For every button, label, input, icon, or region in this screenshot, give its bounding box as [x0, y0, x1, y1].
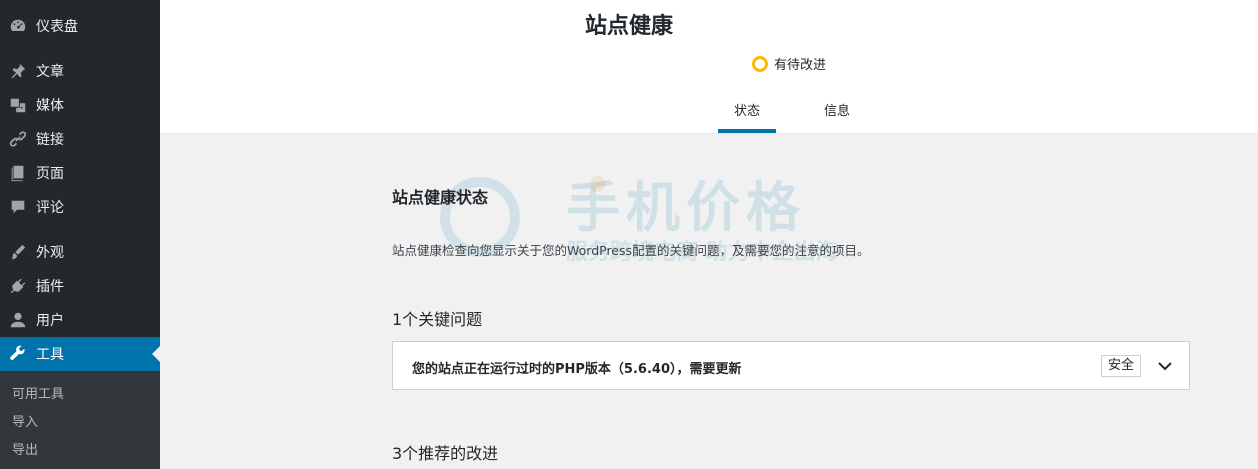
link-icon [0, 130, 36, 148]
user-icon [0, 311, 36, 329]
sidebar-item-label: 用户 [36, 313, 64, 329]
tools-submenu: 可用工具 导入 导出 [0, 371, 160, 469]
plugin-icon [0, 277, 36, 295]
sidebar-item-links[interactable]: 链接 [0, 122, 160, 156]
sidebar-item-label: 页面 [36, 166, 64, 182]
submenu-item-available-tools[interactable]: 可用工具 [12, 383, 64, 402]
active-tab-indicator [718, 129, 776, 133]
sidebar-item-label: 评论 [36, 200, 64, 216]
sidebar-item-users[interactable]: 用户 [0, 303, 160, 337]
issue-accordion[interactable]: 您的站点正在运行过时的PHP版本（5.6.40），需要更新 安全 [392, 341, 1190, 390]
status-label: 有待改进 [774, 58, 827, 73]
sidebar-item-label: 媒体 [36, 98, 64, 114]
issue-badge: 安全 [1101, 355, 1142, 377]
page-title: 站点健康 [584, 14, 673, 39]
health-status: 有待改进 [752, 54, 826, 73]
sidebar-item-comments[interactable]: 评论 [0, 190, 160, 224]
appearance-icon [0, 243, 36, 261]
submenu-item-import[interactable]: 导入 [12, 411, 38, 430]
sidebar-item-media[interactable]: 媒体 [0, 88, 160, 122]
sidebar-item-label: 插件 [36, 279, 64, 295]
sidebar-item-label: 链接 [36, 132, 64, 148]
admin-sidebar: 仪表盘 文章 媒体 链接 页面 评论 外观 插件 用户 工具 可用工具 导入 导… [0, 0, 160, 469]
sidebar-item-posts[interactable]: 文章 [0, 54, 160, 88]
sidebar-item-pages[interactable]: 页面 [0, 156, 160, 190]
submenu-item-export[interactable]: 导出 [12, 439, 38, 458]
tab-status[interactable]: 状态 [718, 100, 776, 119]
pin-icon [0, 62, 36, 80]
watermark-logo [440, 176, 606, 257]
sidebar-item-tools[interactable]: 工具 [0, 337, 160, 371]
sidebar-item-plugins[interactable]: 插件 [0, 269, 160, 303]
issue-title: 您的站点正在运行过时的PHP版本（5.6.40），需要更新 [412, 362, 742, 377]
sidebar-item-appearance[interactable]: 外观 [0, 235, 160, 269]
status-ring-icon [752, 55, 768, 72]
critical-issues-heading: 1个关键问题 [392, 310, 483, 329]
recommended-improvements-heading: 3个推荐的改进 [392, 444, 499, 463]
wrench-icon [0, 345, 36, 363]
comment-icon [0, 198, 36, 216]
watermark-line1: 手机价格 [566, 176, 806, 239]
chevron-down-icon[interactable] [1157, 358, 1173, 374]
sidebar-item-label: 外观 [36, 245, 64, 261]
section-description: 站点健康检查向您显示关于您的WordPress配置的关键问题，及需要您的注意的项… [392, 243, 870, 258]
tab-info[interactable]: 信息 [808, 100, 866, 119]
page-icon [0, 164, 36, 182]
sidebar-item-label: 工具 [36, 347, 64, 363]
media-icon [0, 96, 36, 114]
sidebar-item-label: 文章 [36, 64, 64, 80]
section-title: 站点健康状态 [392, 188, 489, 207]
